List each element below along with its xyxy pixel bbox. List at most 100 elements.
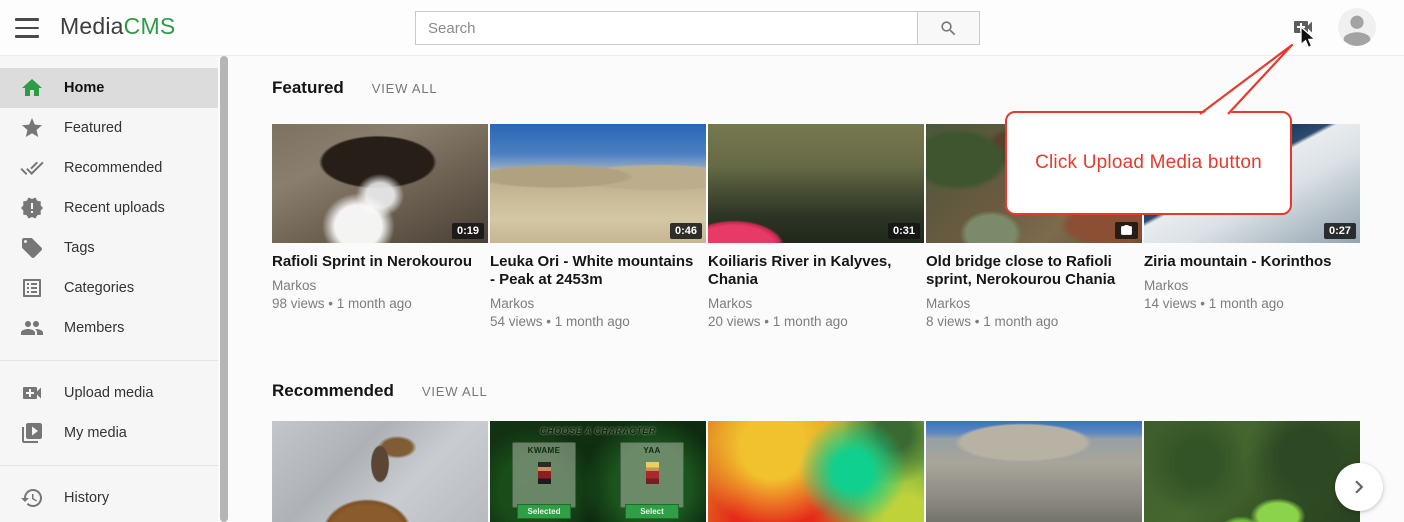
sidebar-item-upload-media[interactable]: Upload media [0,373,218,413]
video-card[interactable] [926,421,1142,522]
sidebar-main-group: Home Featured Recommended Recent uploads Tag… [0,68,218,348]
video-library-icon [20,421,44,445]
app-logo[interactable]: MediaCMS [60,13,175,40]
sidebar-item-history[interactable]: History [0,478,218,518]
video-card[interactable]: 0:19 Rafioli Sprint in Nerokourou Markos 98… [272,124,488,330]
character-button: Select [625,504,679,519]
history-icon [20,486,44,510]
search-button[interactable] [917,11,980,45]
character-panel: YAA Select [620,442,684,508]
image-type-badge [1115,222,1138,239]
sidebar-item-categories[interactable]: Categories [0,268,218,308]
search-bar [415,11,980,45]
video-thumbnail[interactable] [272,421,488,522]
video-title[interactable]: Old bridge close to Rafioli sprint, Nero… [926,253,1138,289]
game-screen-overlay: CHOOSE A CHARACTER KWAME Selected YAA Se… [490,421,706,522]
sidebar-item-label: Upload media [64,385,153,401]
sidebar-user-group: Upload media My media [0,373,218,453]
video-meta: 98 views • 1 month ago [272,296,488,312]
sidebar-item-label: My media [64,425,127,441]
video-thumbnail[interactable]: 0:31 [708,124,924,243]
section-title: Recommended [272,381,394,401]
search-icon [939,19,958,38]
user-avatar[interactable] [1338,8,1376,46]
sidebar-item-tags[interactable]: Tags [0,228,218,268]
video-title[interactable]: Rafioli Sprint in Nerokourou [272,253,484,271]
video-author[interactable]: Markos [708,296,924,312]
camera-icon [1120,224,1133,237]
video-thumbnail[interactable] [1144,421,1360,522]
video-meta: 8 views • 1 month ago [926,314,1142,330]
character-name: KWAME [513,446,575,455]
character-name: YAA [621,446,683,455]
view-all-link[interactable]: VIEW ALL [422,384,488,399]
sidebar-item-label: History [64,490,109,506]
video-title[interactable]: Leuka Ori - White mountains - Peak at 24… [490,253,702,289]
character-button: Selected [517,504,571,519]
duration-badge: 0:27 [1324,223,1356,239]
sidebar-item-my-media[interactable]: My media [0,413,218,453]
video-thumbnail[interactable]: 0:19 [272,124,488,243]
video-author[interactable]: Markos [490,296,706,312]
video-author[interactable]: Markos [926,296,1142,312]
sidebar-item-label: Home [64,80,104,96]
sidebar: Home Featured Recommended Recent uploads Tag… [0,56,218,522]
chevron-right-icon [1346,474,1372,500]
new-releases-icon [20,196,44,220]
video-thumbnail[interactable] [708,421,924,522]
annotation-callout-tail [1150,40,1310,118]
character-sprite [538,462,551,484]
section-title: Featured [272,78,344,98]
sidebar-item-recommended[interactable]: Recommended [0,148,218,188]
video-card[interactable] [272,421,488,522]
sidebar-scrollbar[interactable] [218,56,230,522]
video-thumbnail[interactable]: 0:46 [490,124,706,243]
video-meta: 54 views • 1 month ago [490,314,706,330]
video-title[interactable]: Koiliaris River in Kalyves, Chania [708,253,920,289]
video-author[interactable]: Markos [272,278,488,294]
video-card[interactable]: 0:31 Koiliaris River in Kalyves, Chania Ma… [708,124,924,330]
sidebar-item-label: Members [64,320,124,336]
character-sprite [646,462,659,484]
sidebar-item-label: Recommended [64,160,162,176]
video-card[interactable] [1144,421,1360,522]
search-input[interactable] [415,11,918,45]
mouse-cursor-icon [1299,26,1317,50]
video-author[interactable]: Markos [1144,278,1360,294]
list-alt-icon [20,276,44,300]
menu-hamburger-icon[interactable] [15,18,39,38]
person-icon [1338,8,1376,46]
video-thumbnail[interactable]: CHOOSE A CHARACTER KWAME Selected YAA Se… [490,421,706,522]
sidebar-item-label: Featured [64,120,122,136]
video-title[interactable]: Ziria mountain - Korinthos [1144,253,1356,271]
video-card[interactable]: CHOOSE A CHARACTER KWAME Selected YAA Se… [490,421,706,522]
sidebar-history-group: History [0,478,218,518]
video-meta: 20 views • 1 month ago [708,314,924,330]
annotation-callout: Click Upload Media button [1005,111,1292,215]
sidebar-divider [0,360,218,361]
logo-text-cms: CMS [124,13,176,39]
sidebar-item-recent-uploads[interactable]: Recent uploads [0,188,218,228]
recommended-video-row: CHOOSE A CHARACTER KWAME Selected YAA Se… [272,421,1364,522]
duration-badge: 0:31 [888,223,920,239]
video-meta: 14 views • 1 month ago [1144,296,1360,312]
sidebar-item-label: Tags [64,240,95,256]
done-all-icon [20,156,44,180]
recommended-section: Recommended VIEW ALL CHOOSE A CHARACTER … [272,381,1364,522]
sidebar-divider [0,465,218,466]
sidebar-item-home[interactable]: Home [0,68,218,108]
view-all-link[interactable]: VIEW ALL [372,81,438,96]
star-icon [20,116,44,140]
annotation-text: Click Upload Media button [1035,152,1262,174]
duration-badge: 0:46 [670,223,702,239]
duration-badge: 0:19 [452,223,484,239]
sidebar-item-label: Categories [64,280,134,296]
carousel-next-button[interactable] [1335,463,1383,511]
sidebar-item-members[interactable]: Members [0,308,218,348]
video-call-icon [20,381,44,405]
video-card[interactable] [708,421,924,522]
scrollbar-thumb[interactable] [220,56,228,522]
video-thumbnail[interactable] [926,421,1142,522]
sidebar-item-featured[interactable]: Featured [0,108,218,148]
video-card[interactable]: 0:46 Leuka Ori - White mountains - Peak a… [490,124,706,330]
